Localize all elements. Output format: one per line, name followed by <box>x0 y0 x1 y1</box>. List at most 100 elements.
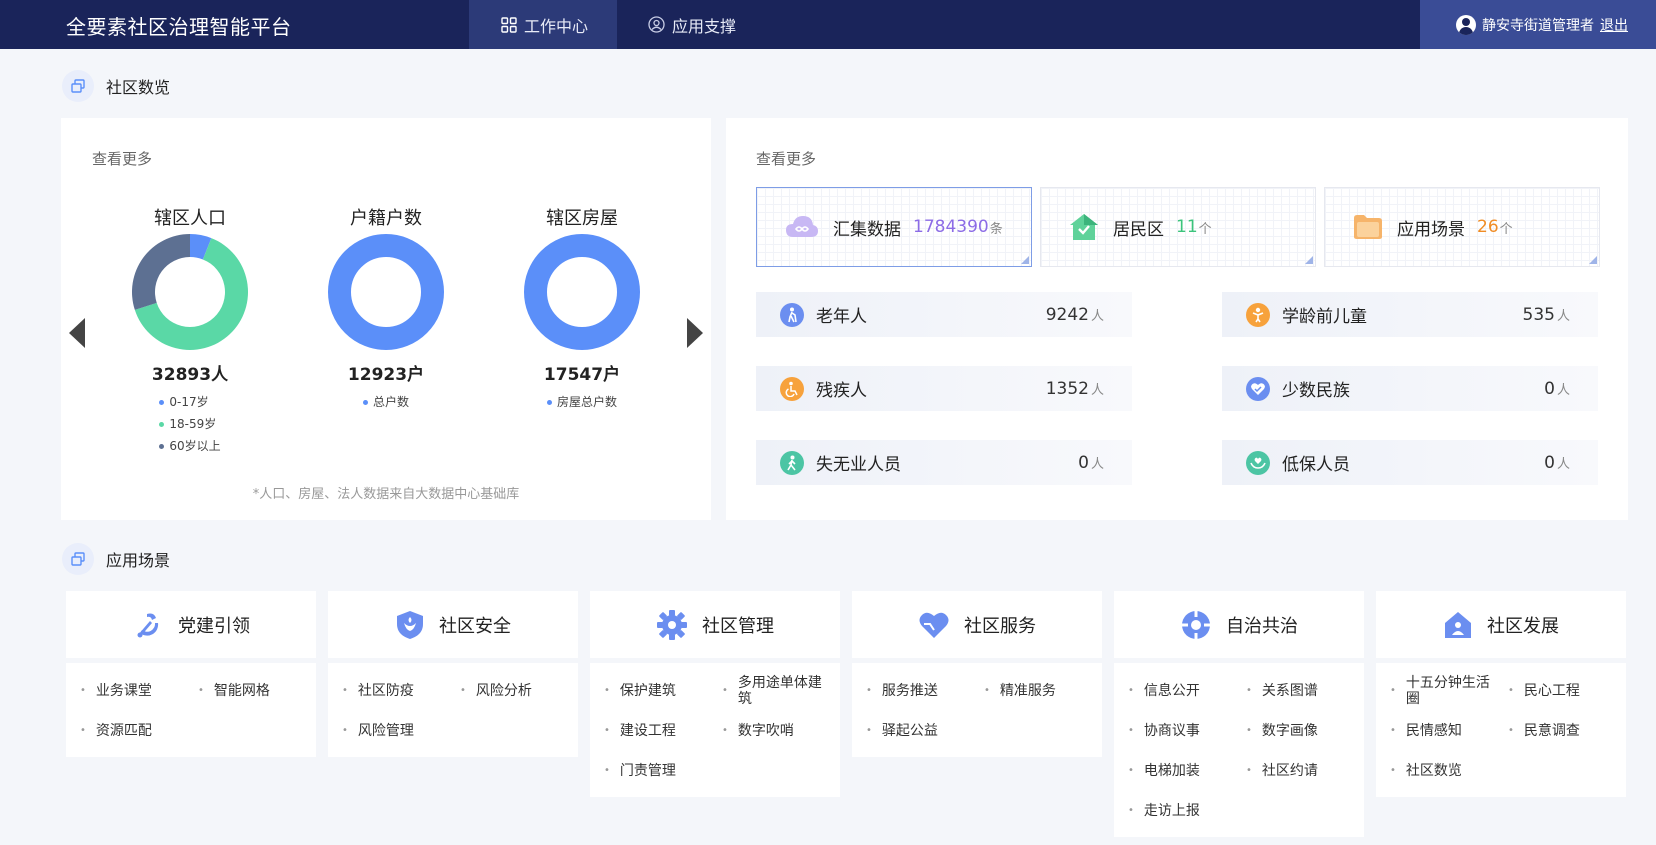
tab-label: 应用支撑 <box>672 16 737 36</box>
donut-households: 户籍户数 12923户 总户数 <box>306 204 466 413</box>
app-item[interactable]: 民情感知 <box>1390 711 1508 751</box>
card-app-scenes[interactable]: 应用场景 26 个 <box>1324 187 1600 267</box>
user-box: 静安寺街道管理者 退出 <box>1420 0 1656 49</box>
app-item[interactable]: 风险分析 <box>460 671 578 711</box>
view-more-link[interactable]: 查看更多 <box>92 148 152 169</box>
card-value: 1784390 <box>913 217 989 237</box>
heart-hands-icon <box>1246 376 1270 401</box>
stat-unemployed[interactable]: 失无业人员 0人 <box>756 440 1132 485</box>
app-card-items: 十五分钟生活圈 民心工程 民情感知 民意调查 社区数览 <box>1376 663 1626 797</box>
heart-icon <box>919 612 949 638</box>
stat-label: 学龄前儿童 <box>1282 307 1367 327</box>
stat-unit: 人 <box>1090 383 1104 398</box>
population-panel: 查看更多 辖区人口 32893人 0-17岁 18-59岁 60岁以上 户籍户数… <box>61 118 711 520</box>
stat-value: 0 <box>1078 452 1089 473</box>
app-card-header[interactable]: 党建引领 <box>66 591 316 658</box>
app-item[interactable]: 智能网格 <box>198 671 316 711</box>
home-icon <box>1070 214 1098 240</box>
section-title-text: 应用场景 <box>106 551 171 570</box>
app-card-items: 信息公开 关系图谱 协商议事 数字画像 电梯加装 社区约请 走访上报 <box>1114 663 1364 837</box>
app-item[interactable]: 信息公开 <box>1128 671 1246 711</box>
app-card-community-safety: 社区安全 社区防疫 风险分析 风险管理 <box>328 591 578 757</box>
donut-title: 户籍户数 <box>350 208 422 229</box>
card-unit: 条 <box>989 221 1003 237</box>
child-icon <box>1246 302 1270 327</box>
app-item[interactable]: 十五分钟生活圈 <box>1390 671 1508 711</box>
donut-segment <box>524 234 640 350</box>
app-card-party-building: 党建引领 业务课堂 智能网格 资源匹配 <box>66 591 316 757</box>
app-card-header[interactable]: 自治共治 <box>1114 591 1364 658</box>
stat-disabled[interactable]: 残疾人 1352 人 <box>756 366 1132 411</box>
stat-value: 9242 <box>1045 304 1089 325</box>
app-item[interactable]: 社区约请 <box>1246 751 1364 791</box>
stat-unit: 人 <box>1090 457 1104 472</box>
stat-value: 535 <box>1522 304 1555 325</box>
stat-ethnic-minorities[interactable]: 少数民族 0人 <box>1222 366 1598 411</box>
logout-link[interactable]: 退出 <box>1600 15 1628 35</box>
app-item[interactable]: 多用途单体建筑 <box>722 671 840 711</box>
app-card-items: 业务课堂 智能网格 资源匹配 <box>66 663 316 757</box>
app-item[interactable]: 门责管理 <box>604 751 722 791</box>
donut-segment <box>328 234 444 350</box>
card-label: 汇集数据 <box>833 219 901 240</box>
app-item[interactable]: 民心工程 <box>1508 671 1626 711</box>
next-arrow-icon[interactable] <box>687 318 703 348</box>
stat-unit: 人 <box>1556 457 1570 472</box>
stat-unit: 人 <box>1556 383 1570 398</box>
tab-app-support[interactable]: 应用支撑 <box>648 0 788 49</box>
donut-population: 辖区人口 32893人 0-17岁 18-59岁 60岁以上 <box>110 204 270 457</box>
app-item[interactable]: 业务课堂 <box>80 671 198 711</box>
overview-section-title: 社区数览 <box>62 70 170 102</box>
app-card-header[interactable]: 社区安全 <box>328 591 578 658</box>
grid-icon <box>501 16 517 33</box>
app-card-header[interactable]: 社区服务 <box>852 591 1102 658</box>
app-card-header[interactable]: 社区发展 <box>1376 591 1626 658</box>
legend-item: 总户数 <box>362 391 409 413</box>
legend-item: 0-17岁 <box>159 391 220 413</box>
stat-value: 1352 <box>1045 378 1089 399</box>
app-item[interactable]: 风险管理 <box>342 711 460 751</box>
prev-arrow-icon[interactable] <box>69 318 85 348</box>
donut-total: 12923户 <box>347 365 425 385</box>
stat-label: 少数民族 <box>1282 381 1350 401</box>
app-item[interactable]: 社区数览 <box>1390 751 1508 791</box>
view-more-link[interactable]: 查看更多 <box>756 148 816 169</box>
app-item[interactable]: 保护建筑 <box>604 671 722 711</box>
tab-work-center[interactable]: 工作中心 <box>469 0 617 49</box>
elderly-icon <box>780 302 804 327</box>
app-item[interactable]: 资源匹配 <box>80 711 198 751</box>
app-item[interactable]: 民意调查 <box>1508 711 1626 751</box>
stat-label: 残疾人 <box>816 381 867 401</box>
card-collected-data[interactable]: 汇集数据 1784390 条 <box>756 187 1032 267</box>
card-label: 居民区 <box>1113 219 1164 240</box>
app-item[interactable]: 协商议事 <box>1128 711 1246 751</box>
app-item[interactable]: 关系图谱 <box>1246 671 1364 711</box>
app-item[interactable]: 数字吹哨 <box>722 711 840 751</box>
card-unit: 个 <box>1198 221 1212 237</box>
stat-label: 老年人 <box>816 307 867 327</box>
app-item[interactable]: 精准服务 <box>984 671 1102 711</box>
stat-low-income[interactable]: 低保人员 0人 <box>1222 440 1598 485</box>
donut-legend: 0-17岁 18-59岁 60岁以上 <box>159 391 221 457</box>
avatar-icon <box>1456 14 1476 35</box>
app-card-header[interactable]: 社区管理 <box>590 591 840 658</box>
donut-housing: 辖区房屋 17547户 房屋总户数 <box>502 204 662 413</box>
stat-value: 0 <box>1544 378 1555 399</box>
stat-value: 0 <box>1544 452 1555 473</box>
app-item[interactable]: 驿起公益 <box>866 711 984 751</box>
stat-elderly[interactable]: 老年人 9242 人 <box>756 292 1132 337</box>
card-residential-areas[interactable]: 居民区 11 个 <box>1040 187 1316 267</box>
app-item[interactable]: 数字画像 <box>1246 711 1364 751</box>
wheelchair-icon <box>780 376 804 401</box>
donut-legend: 房屋总户数 <box>546 391 617 413</box>
app-item[interactable]: 服务推送 <box>866 671 984 711</box>
app-item[interactable]: 走访上报 <box>1128 791 1246 831</box>
app-item[interactable]: 建设工程 <box>604 711 722 751</box>
card-value: 11 <box>1176 217 1198 237</box>
stat-preschool-children[interactable]: 学龄前儿童 535 人 <box>1222 292 1598 337</box>
app-item[interactable]: 电梯加装 <box>1128 751 1246 791</box>
card-value: 26 <box>1477 217 1499 237</box>
app-item[interactable]: 社区防疫 <box>342 671 460 711</box>
apps-section-title: 应用场景 <box>62 543 170 575</box>
care-icon <box>1246 450 1270 475</box>
